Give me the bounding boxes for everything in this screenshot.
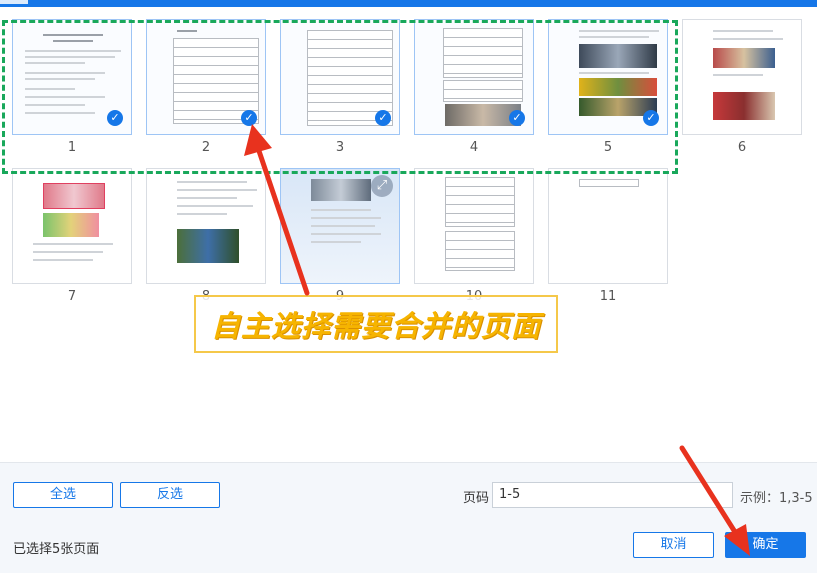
expand-icon[interactable]: ⤢ bbox=[371, 175, 393, 197]
check-icon: ✓ bbox=[107, 110, 123, 126]
thumb-photo bbox=[579, 78, 657, 96]
page-thumbnail-1[interactable]: ✓ bbox=[12, 19, 132, 135]
page-range-label: 页码 bbox=[463, 491, 490, 506]
check-icon: ✓ bbox=[241, 110, 257, 126]
thumb-photo bbox=[43, 213, 99, 237]
thumb-text-line bbox=[25, 88, 75, 90]
thumb-text-line bbox=[33, 243, 113, 245]
page-thumbnail-6[interactable] bbox=[682, 19, 802, 135]
thumb-text-line bbox=[25, 104, 85, 106]
thumb-text-line bbox=[33, 251, 103, 253]
thumb-text-line bbox=[33, 259, 93, 261]
title-bar bbox=[0, 0, 817, 7]
thumb-text-line bbox=[25, 72, 105, 74]
thumb-photo bbox=[579, 44, 657, 68]
thumb-text-line bbox=[311, 233, 381, 235]
invert-select-button[interactable]: 反选 bbox=[120, 482, 220, 508]
annotation-text: 自主选择需要合并的页面 bbox=[210, 309, 541, 343]
page-thumbnail-11[interactable] bbox=[548, 168, 668, 284]
thumb-text-line bbox=[25, 78, 95, 80]
thumb-text-line bbox=[177, 205, 253, 207]
thumb-table bbox=[443, 28, 523, 78]
thumb-photo bbox=[713, 92, 775, 120]
selection-status: 已选择5张页面 bbox=[13, 542, 100, 557]
thumb-photo bbox=[713, 48, 775, 68]
thumb-text-line bbox=[579, 30, 659, 32]
select-all-button[interactable]: 全选 bbox=[13, 482, 113, 508]
thumb-photo bbox=[43, 183, 105, 209]
thumb-text-line bbox=[713, 74, 763, 76]
thumb-photo bbox=[311, 179, 371, 201]
page-number: 1 bbox=[67, 140, 77, 155]
page-number: 3 bbox=[335, 140, 345, 155]
thumb-text-line bbox=[311, 217, 381, 219]
thumb-table bbox=[445, 231, 515, 271]
thumb-text-line bbox=[43, 34, 103, 36]
page-thumbnail-3[interactable]: ✓ bbox=[280, 19, 400, 135]
thumb-text-line bbox=[177, 197, 237, 199]
check-icon: ✓ bbox=[509, 110, 525, 126]
check-icon: ✓ bbox=[375, 110, 391, 126]
page-number: 6 bbox=[737, 140, 747, 155]
thumb-table bbox=[579, 179, 639, 187]
thumb-table bbox=[445, 177, 515, 227]
page-thumbnail-2[interactable]: ✓ bbox=[146, 19, 266, 135]
page-thumbnail-8[interactable] bbox=[146, 168, 266, 284]
example-hint: 示例：1,3-5 bbox=[740, 491, 813, 506]
thumb-text-line bbox=[25, 50, 121, 52]
cancel-button[interactable]: 取消 bbox=[633, 532, 714, 558]
page-range-input[interactable]: 1-5 bbox=[492, 482, 733, 508]
thumb-text-line bbox=[25, 62, 85, 64]
thumb-text-line bbox=[311, 209, 371, 211]
thumb-text-line bbox=[25, 96, 105, 98]
thumb-text-line bbox=[311, 241, 361, 243]
page-thumbnail-5[interactable]: ✓ bbox=[548, 19, 668, 135]
page-thumbnail-9[interactable]: ⤢ bbox=[280, 168, 400, 284]
thumb-text-line bbox=[713, 38, 783, 40]
confirm-button[interactable]: 确定 bbox=[725, 532, 806, 558]
thumb-text-line bbox=[713, 30, 773, 32]
page-number: 11 bbox=[599, 289, 617, 304]
thumb-text-line bbox=[177, 213, 227, 215]
annotation-callout: 自主选择需要合并的页面 bbox=[194, 295, 558, 353]
thumb-text-line bbox=[53, 40, 93, 42]
thumb-text-line bbox=[177, 30, 197, 32]
thumb-photo bbox=[177, 229, 239, 263]
page-number: 2 bbox=[201, 140, 211, 155]
page-thumbnail-10[interactable] bbox=[414, 168, 534, 284]
thumb-text-line bbox=[25, 56, 115, 58]
thumb-text-line bbox=[177, 189, 257, 191]
thumb-text-line bbox=[579, 72, 649, 74]
thumb-text-line bbox=[25, 112, 95, 114]
thumb-table bbox=[443, 80, 523, 102]
page-number: 7 bbox=[67, 289, 77, 304]
page-thumbnail-4[interactable]: ✓ bbox=[414, 19, 534, 135]
thumb-text-line bbox=[579, 36, 649, 38]
check-icon: ✓ bbox=[643, 110, 659, 126]
thumb-text-line bbox=[177, 181, 247, 183]
window-icon bbox=[0, 0, 28, 4]
thumb-text-line bbox=[311, 225, 375, 227]
page-number: 5 bbox=[603, 140, 613, 155]
page-number: 4 bbox=[469, 140, 479, 155]
page-thumbnail-7[interactable] bbox=[12, 168, 132, 284]
